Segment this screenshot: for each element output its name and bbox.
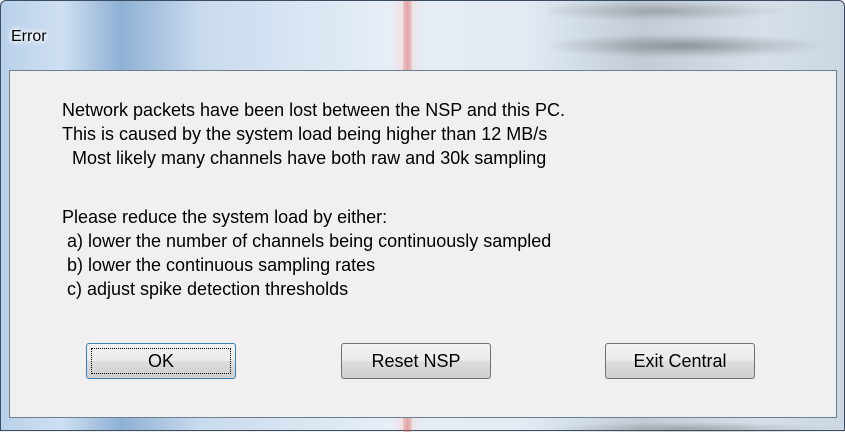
message-line-1: Network packets have been lost between t… <box>62 100 565 120</box>
message-line-6: a) lower the number of channels being co… <box>62 231 552 251</box>
dialog-content-area: Network packets have been lost between t… <box>9 70 837 418</box>
ok-button-label: OK <box>147 350 174 371</box>
blurred-background-window <box>549 1 845 71</box>
message-line-3: Most likely many channels have both raw … <box>62 148 547 168</box>
dialog-title: Error <box>11 28 47 45</box>
exit-central-button-label: Exit Central <box>633 350 727 371</box>
blurred-background-window-bottom <box>549 419 845 432</box>
error-dialog-window: Error Network packets have been lost bet… <box>0 0 845 432</box>
ok-button[interactable]: OK <box>86 343 236 379</box>
exit-central-button[interactable]: Exit Central <box>605 343 755 379</box>
message-line-2: This is caused by the system load being … <box>62 124 548 144</box>
reset-nsp-button[interactable]: Reset NSP <box>341 343 491 379</box>
message-line-5: Please reduce the system load by either: <box>62 207 388 227</box>
message-line-7: b) lower the continuous sampling rates <box>62 255 376 275</box>
reset-nsp-button-label: Reset NSP <box>371 350 461 371</box>
message-line-8: c) adjust spike detection thresholds <box>62 279 349 299</box>
